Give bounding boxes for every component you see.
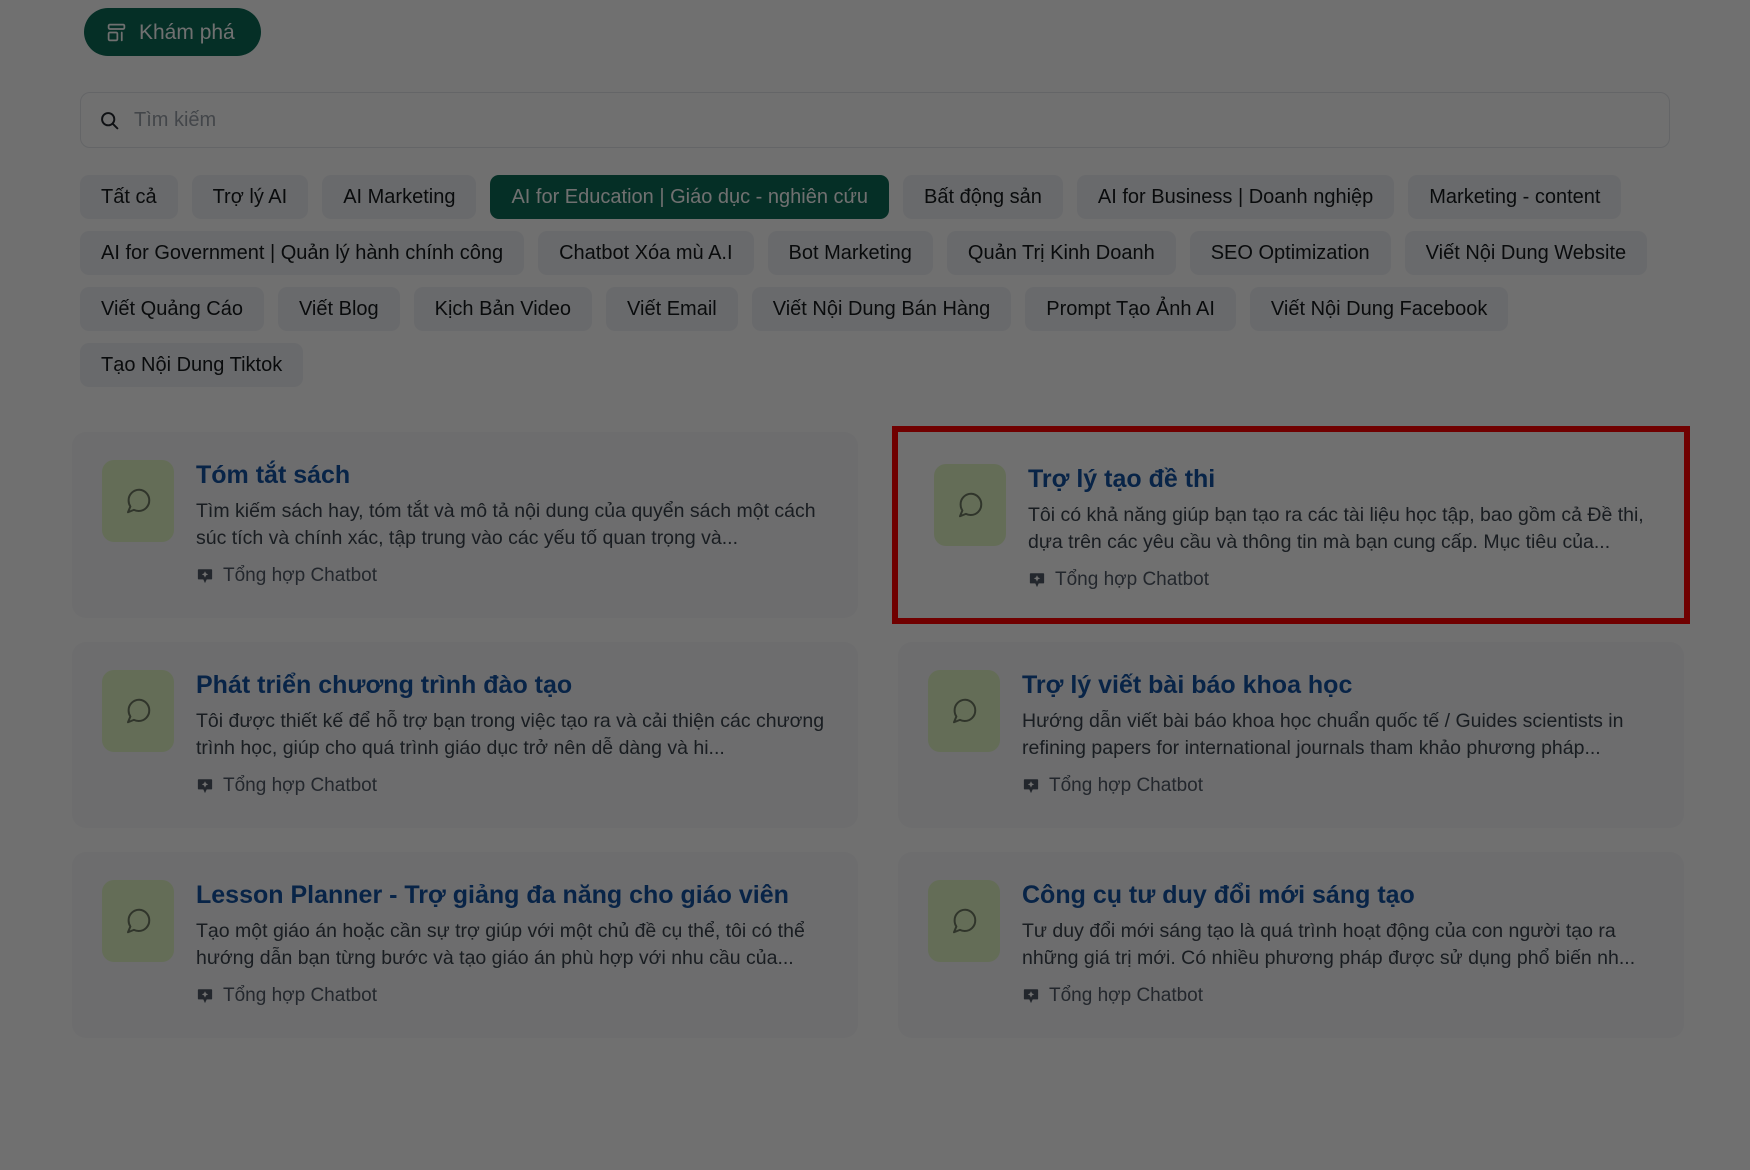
search-input[interactable] bbox=[134, 109, 1651, 132]
chatbot-badge-icon bbox=[1028, 571, 1046, 589]
filter-chip[interactable]: AI for Government | Quản lý hành chính c… bbox=[80, 231, 524, 275]
filter-chip[interactable]: Bất động sản bbox=[903, 175, 1063, 219]
card-thumbnail bbox=[928, 880, 1000, 962]
card-source-label: Tổng hợp Chatbot bbox=[223, 565, 377, 587]
explore-button[interactable]: Khám phá bbox=[84, 8, 261, 56]
filter-chip[interactable]: Quản Trị Kinh Doanh bbox=[947, 231, 1176, 275]
card-source: Tổng hợp Chatbot bbox=[196, 985, 828, 1007]
assistant-card-grid: Tóm tắt sách Tìm kiếm sách hay, tóm tắt v… bbox=[72, 432, 1684, 1038]
filter-chip[interactable]: Marketing - content bbox=[1408, 175, 1621, 219]
search-icon bbox=[99, 110, 120, 131]
card-body: Lesson Planner - Trợ giảng đa năng cho g… bbox=[196, 880, 828, 1014]
filter-chip[interactable]: SEO Optimization bbox=[1190, 231, 1391, 275]
card-thumbnail bbox=[102, 670, 174, 752]
filter-chip[interactable]: Tạo Nội Dung Tiktok bbox=[80, 343, 303, 387]
chat-bubble-icon bbox=[949, 906, 979, 936]
card-description: Tôi có khả năng giúp bạn tạo ra các tài … bbox=[1028, 502, 1654, 555]
card-description: Tạo một giáo án hoặc cần sự trợ giúp với… bbox=[196, 918, 828, 971]
chatbot-badge-icon bbox=[1022, 987, 1040, 1005]
chat-bubble-icon bbox=[949, 696, 979, 726]
filter-chip-list: Tất cả Trợ lý AI AI Marketing AI for Educat… bbox=[80, 175, 1680, 387]
card-title: Trợ lý tạo đề thi bbox=[1028, 464, 1654, 494]
chat-bubble-icon bbox=[123, 906, 153, 936]
card-thumbnail bbox=[928, 670, 1000, 752]
filter-chip[interactable]: AI for Business | Doanh nghiệp bbox=[1077, 175, 1394, 219]
card-title: Lesson Planner - Trợ giảng đa năng cho g… bbox=[196, 880, 828, 910]
card-title: Phát triển chương trình đào tạo bbox=[196, 670, 828, 700]
card-source-label: Tổng hợp Chatbot bbox=[1049, 775, 1203, 797]
card-thumbnail bbox=[102, 460, 174, 542]
assistant-card[interactable]: Lesson Planner - Trợ giảng đa năng cho g… bbox=[72, 852, 858, 1038]
filter-chip[interactable]: Viết Quảng Cáo bbox=[80, 287, 264, 331]
filter-chip[interactable]: Kịch Bản Video bbox=[414, 287, 592, 331]
chatbot-badge-icon bbox=[196, 567, 214, 585]
card-body: Trợ lý tạo đề thi Tôi có khả năng giúp bạ… bbox=[1028, 464, 1654, 592]
card-description: Hướng dẫn viết bài báo khoa học chuẩn qu… bbox=[1022, 708, 1654, 761]
assistant-card[interactable]: Phát triển chương trình đào tạo Tôi được … bbox=[72, 642, 858, 828]
card-body: Phát triển chương trình đào tạo Tôi được … bbox=[196, 670, 828, 804]
card-source-label: Tổng hợp Chatbot bbox=[223, 985, 377, 1007]
card-body: Công cụ tư duy đổi mới sáng tạo Tư duy đổ… bbox=[1022, 880, 1654, 1014]
filter-chip[interactable]: AI for Education | Giáo dục - nghiên cứu bbox=[490, 175, 889, 219]
card-source: Tổng hợp Chatbot bbox=[1028, 569, 1654, 591]
filter-chip[interactable]: Viết Blog bbox=[278, 287, 400, 331]
filter-chip[interactable]: Viết Nội Dung Bán Hàng bbox=[752, 287, 1012, 331]
card-description: Tôi được thiết kế để hỗ trợ bạn trong vi… bbox=[196, 708, 828, 761]
search-bar[interactable] bbox=[80, 92, 1670, 148]
chatbot-badge-icon bbox=[1022, 777, 1040, 795]
card-description: Tư duy đổi mới sáng tạo là quá trình hoạ… bbox=[1022, 918, 1654, 971]
filter-chip[interactable]: Viết Nội Dung Website bbox=[1405, 231, 1647, 275]
chat-bubble-icon bbox=[955, 490, 985, 520]
assistant-card-highlighted[interactable]: Trợ lý tạo đề thi Tôi có khả năng giúp bạ… bbox=[898, 432, 1684, 618]
card-body: Tóm tắt sách Tìm kiếm sách hay, tóm tắt v… bbox=[196, 460, 828, 594]
filter-chip[interactable]: Chatbot Xóa mù A.I bbox=[538, 231, 753, 275]
card-body: Trợ lý viết bài báo khoa học Hướng dẫn vi… bbox=[1022, 670, 1654, 804]
card-source-label: Tổng hợp Chatbot bbox=[223, 775, 377, 797]
filter-chip[interactable]: Tất cả bbox=[80, 175, 178, 219]
card-title: Trợ lý viết bài báo khoa học bbox=[1022, 670, 1654, 700]
filter-chip[interactable]: Trợ lý AI bbox=[192, 175, 309, 219]
filter-chip[interactable]: Bot Marketing bbox=[768, 231, 933, 275]
card-description: Tìm kiếm sách hay, tóm tắt và mô tả nội … bbox=[196, 498, 828, 551]
card-source-label: Tổng hợp Chatbot bbox=[1055, 569, 1209, 591]
card-thumbnail bbox=[934, 464, 1006, 546]
filter-chip[interactable]: Viết Nội Dung Facebook bbox=[1250, 287, 1508, 331]
assistant-card[interactable]: Công cụ tư duy đổi mới sáng tạo Tư duy đổ… bbox=[898, 852, 1684, 1038]
dashboard-layout-icon bbox=[106, 22, 127, 43]
discover-page: Khám phá Tất cả Trợ lý AI AI Marketing AI f… bbox=[0, 0, 1750, 1170]
assistant-card[interactable]: Trợ lý viết bài báo khoa học Hướng dẫn vi… bbox=[898, 642, 1684, 828]
explore-button-label: Khám phá bbox=[139, 22, 235, 43]
card-title: Công cụ tư duy đổi mới sáng tạo bbox=[1022, 880, 1654, 910]
card-source-label: Tổng hợp Chatbot bbox=[1049, 985, 1203, 1007]
chat-bubble-icon bbox=[123, 696, 153, 726]
card-source: Tổng hợp Chatbot bbox=[196, 775, 828, 797]
card-source: Tổng hợp Chatbot bbox=[196, 565, 828, 587]
chatbot-badge-icon bbox=[196, 777, 214, 795]
card-title: Tóm tắt sách bbox=[196, 460, 828, 490]
assistant-card[interactable]: Tóm tắt sách Tìm kiếm sách hay, tóm tắt v… bbox=[72, 432, 858, 618]
chat-bubble-icon bbox=[123, 486, 153, 516]
chatbot-badge-icon bbox=[196, 987, 214, 1005]
card-thumbnail bbox=[102, 880, 174, 962]
card-source: Tổng hợp Chatbot bbox=[1022, 775, 1654, 797]
filter-chip[interactable]: AI Marketing bbox=[322, 175, 476, 219]
card-source: Tổng hợp Chatbot bbox=[1022, 985, 1654, 1007]
filter-chip[interactable]: Prompt Tạo Ảnh AI bbox=[1025, 287, 1236, 331]
filter-chip[interactable]: Viết Email bbox=[606, 287, 738, 331]
